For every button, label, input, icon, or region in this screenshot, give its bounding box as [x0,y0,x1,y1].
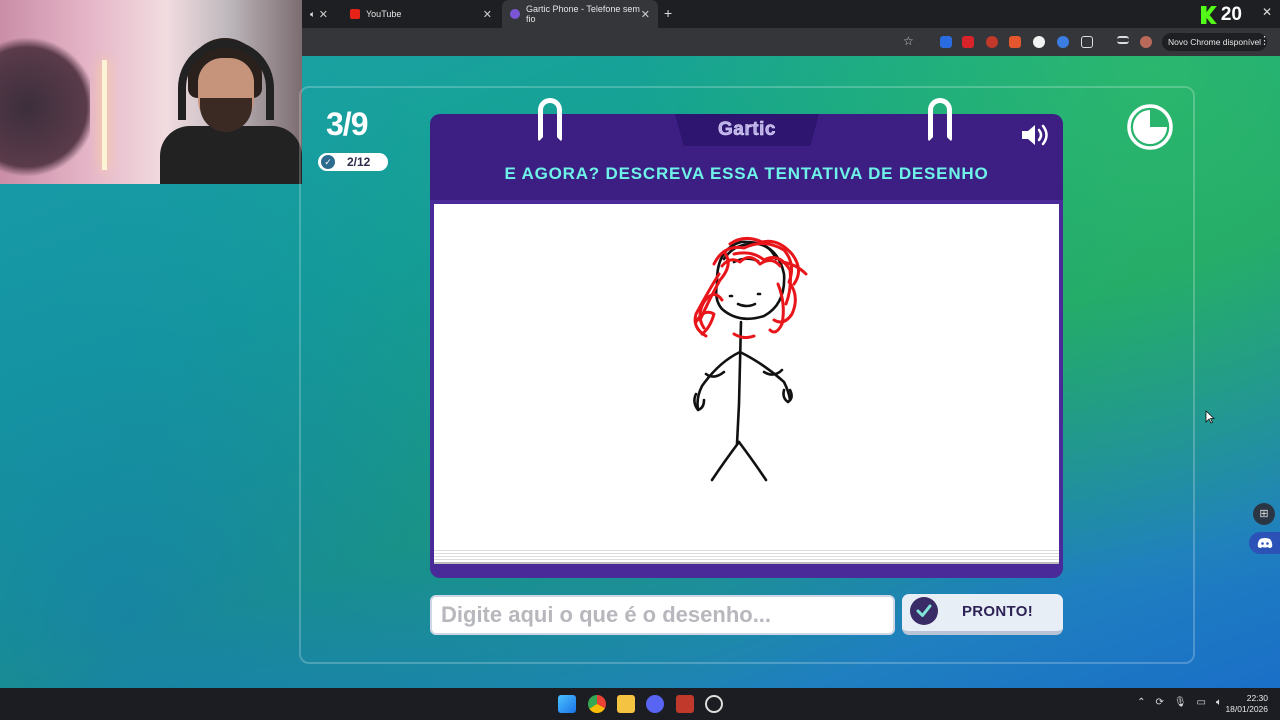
ready-button[interactable]: PRONTO! [902,594,1063,635]
app-icon[interactable] [705,695,723,713]
tab-gartic[interactable]: Gartic Phone - Telefone sem fio ✕ [502,0,658,28]
card-body [430,200,1063,578]
network-icon[interactable]: ▭ [1197,697,1206,708]
media-icon[interactable] [1117,36,1129,44]
instruction-text: E AGORA? DESCREVA ESSA TENTATIVA DE DESE… [504,164,989,183]
youtube-icon [350,9,360,19]
gartic-logo: Gartic [718,119,776,141]
tab-label: Gartic Phone - Telefone sem fio [526,4,640,24]
binder-ring [928,98,952,142]
microphone-icon[interactable]: 🎙︎ [1174,697,1187,708]
chrome-update-button[interactable]: Novo Chrome disponível [1162,33,1268,51]
timer-icon [1127,104,1173,150]
avatar[interactable] [1140,36,1152,48]
extension-icon[interactable] [1033,36,1045,48]
puzzle-icon[interactable] [1081,36,1093,48]
apps-grid-icon[interactable]: ⊞ [1253,503,1275,525]
app-icon[interactable] [676,695,694,713]
check-icon: ✓ [321,155,335,169]
discord-taskbar-icon[interactable] [646,695,664,713]
extension-icon[interactable] [1057,36,1069,48]
tab-youtube[interactable]: YouTube ✕ [342,0,500,28]
guess-input[interactable] [430,595,895,635]
chrome-icon[interactable] [588,695,606,713]
check-icon [910,597,938,625]
discord-icon[interactable] [1249,532,1280,554]
phone-icon [510,9,520,19]
kick-badge: 20 [1200,4,1242,26]
bookmark-star-icon[interactable]: ☆ [903,34,914,48]
webcam-streamer [160,30,302,184]
ready-button-label: PRONTO! [962,603,1033,620]
players-done-count: 2/12 [347,155,371,169]
clock[interactable]: 22:30 18/01/2026 [1225,693,1268,715]
tab-label: YouTube [366,9,402,19]
close-icon[interactable]: ✕ [483,8,492,21]
close-icon[interactable]: ✕ [641,8,650,21]
extension-icon[interactable] [962,36,974,48]
address-bar[interactable] [302,31,892,53]
kick-icon [1200,6,1217,24]
logo-plate: Gartic [675,114,819,146]
webcam-light [102,60,107,170]
close-icon[interactable]: ✕ [319,8,328,21]
clock-date: 18/01/2026 [1225,704,1268,714]
browser-tabstrip: 🔈︎ ✕ YouTube ✕ Gartic Phone - Telefone s… [302,0,1280,28]
page-edges [434,550,1059,564]
speaker-icon[interactable]: 🔈︎ [310,9,315,20]
close-icon[interactable]: ✕ [1262,5,1272,19]
drawing-canvas [434,204,1059,550]
menu-icon[interactable]: ⋮ [1259,34,1270,47]
sync-icon[interactable]: ⟳ [1155,697,1163,708]
chevron-up-icon[interactable]: ⌃ [1137,697,1145,708]
mouse-cursor-icon [1205,410,1215,424]
players-done-badge: ✓ 2/12 [318,153,388,171]
tab-audio[interactable]: 🔈︎ ✕ [302,0,336,28]
taskbar: ⌃ ⟳ 🎙︎ ▭ 🔈︎ 22:30 18/01/2026 [0,688,1280,720]
extension-icon[interactable] [940,36,952,48]
new-tab-icon[interactable]: + [664,5,672,21]
windows-start-icon[interactable] [558,695,576,713]
webcam-background-person [0,30,90,184]
system-tray: ⌃ ⟳ 🎙︎ ▭ 🔈︎ [1137,697,1222,708]
card-header: Gartic E AGORA? DESCREVA ESSA TENTATIVA … [430,98,1063,200]
browser-toolbar: ☆ Novo Chrome disponível ⋮ [302,28,1280,56]
binder-ring [538,98,562,142]
webcam-overlay [0,0,302,184]
kick-viewers: 20 [1220,4,1242,25]
clock-time: 22:30 [1246,693,1268,703]
extension-icon[interactable] [986,36,998,48]
volume-icon[interactable]: 🔈︎ [1216,697,1222,708]
sound-icon[interactable] [1020,122,1054,148]
file-explorer-icon[interactable] [617,695,635,713]
stick-figure-drawing [693,237,808,482]
extension-icon[interactable] [1009,36,1021,48]
round-counter: 3/9 [326,106,368,142]
